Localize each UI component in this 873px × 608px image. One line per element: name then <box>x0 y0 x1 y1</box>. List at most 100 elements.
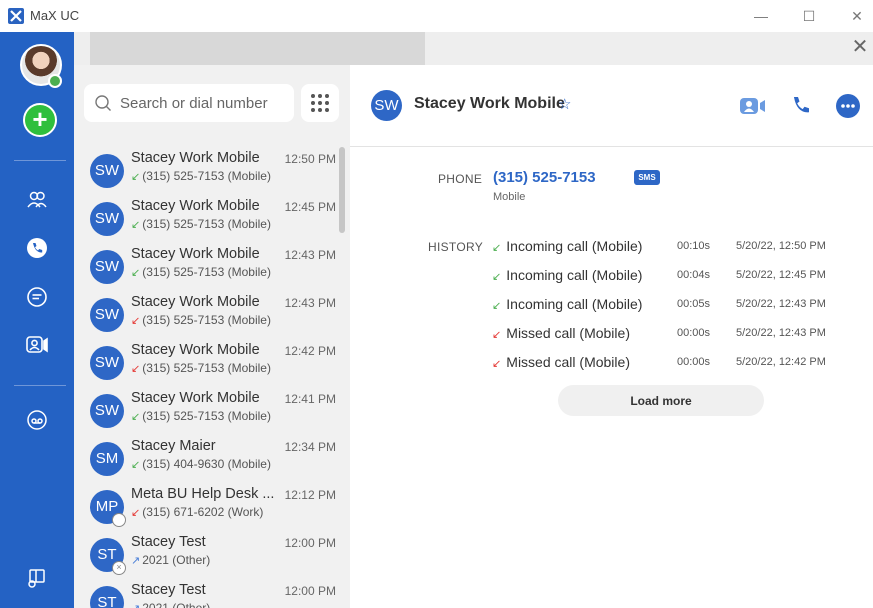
contact-avatar: SW <box>90 154 124 188</box>
call-number: (315) 525-7153 (Mobile) <box>142 217 271 231</box>
contact-avatar: SW <box>90 346 124 380</box>
history-call-label: ↙ Incoming call (Mobile) <box>492 296 642 312</box>
search-icon <box>95 95 111 111</box>
call-number: (315) 404-9630 (Mobile) <box>142 457 271 471</box>
incoming-call-icon: ↙ <box>131 219 141 231</box>
detail-header: SW Stacey Work Mobile ☆ <box>350 65 873 147</box>
missed-call-icon: ↙ <box>131 315 141 327</box>
list-scrollbar[interactable] <box>339 147 345 233</box>
missed-call-icon: ↙ <box>131 507 141 519</box>
call-list-item[interactable]: SM Stacey Maier 12:34 PM ↙ (315) 404-9630 (M… <box>74 437 336 485</box>
chat-icon[interactable] <box>24 284 50 310</box>
voicemail-icon[interactable] <box>24 407 50 433</box>
history-duration: 00:00s <box>677 327 711 339</box>
history-call-label: ↙ Incoming call (Mobile) <box>492 267 642 283</box>
more-icon <box>836 94 860 118</box>
history-label: HISTORY <box>428 240 484 254</box>
contact-name: Stacey Work Mobile <box>414 95 565 112</box>
app-window: MaX UC — ☐ ✕ + ✕ Search or dial number S… <box>0 0 873 608</box>
call-list-item[interactable]: SW Stacey Work Mobile 12:41 PM ↙ (315) 525-7… <box>74 389 336 437</box>
call-list-item[interactable]: MP Meta BU Help Desk ... 12:12 PM ↙ (315) 67… <box>74 485 336 533</box>
incoming-call-icon: ↙ <box>131 459 141 471</box>
contact-avatar: SW <box>90 202 124 236</box>
history-row: ↙ Incoming call (Mobile) 00:10s 5/20/22, 1… <box>492 234 852 258</box>
call-number: (315) 525-7153 (Mobile) <box>142 265 271 279</box>
call-time: 12:42 PM <box>284 344 336 358</box>
collapse-icon[interactable] <box>24 564 50 590</box>
call-detail: ↙ (315) 525-7153 (Mobile) <box>131 217 271 231</box>
title-bar: MaX UC — ☐ ✕ <box>0 0 873 32</box>
meetings-icon[interactable] <box>24 332 50 358</box>
contact-avatar: ST <box>90 586 124 608</box>
history-date: 5/20/22, 12:50 PM <box>736 240 826 252</box>
search-box[interactable] <box>84 84 294 122</box>
presence-available-icon <box>48 74 62 88</box>
history-duration: 00:04s <box>677 269 711 281</box>
contacts-icon[interactable] <box>24 187 50 213</box>
call-list-item[interactable]: SW Stacey Work Mobile 12:42 PM ↙ (315) 525-7… <box>74 341 336 389</box>
history-duration: 00:10s <box>677 240 711 252</box>
call-list-item[interactable]: ST Stacey Test 12:00 PM ↗2021 (Other) <box>74 581 336 608</box>
missed-call-icon: ↙ <box>492 358 505 370</box>
contact-avatar: SW <box>90 394 124 428</box>
call-time: 12:00 PM <box>284 584 336 598</box>
video-call-button[interactable] <box>738 92 768 120</box>
call-time: 12:43 PM <box>284 296 336 310</box>
contact-name: Stacey Maier <box>131 438 216 454</box>
minimize-button[interactable]: — <box>738 4 784 28</box>
rail-divider <box>14 160 66 161</box>
call-detail: ↙ (315) 525-7153 (Mobile) <box>131 409 271 423</box>
phone-label: PHONE <box>438 172 483 186</box>
close-bar-icon[interactable]: ✕ <box>850 37 870 57</box>
phone-type: Mobile <box>493 191 526 203</box>
call-time: 12:12 PM <box>284 488 336 502</box>
call-list-item[interactable]: SW Stacey Work Mobile 12:50 PM ↙ (315) 525-7… <box>74 149 336 197</box>
call-detail: ↙ (315) 671-6202 (Work) <box>131 505 263 519</box>
missed-call-icon: ↙ <box>131 363 141 375</box>
more-options-button[interactable] <box>833 92 863 120</box>
outgoing-call-icon: ↗ <box>131 555 141 567</box>
history-date: 5/20/22, 12:45 PM <box>736 269 826 281</box>
app-logo-icon <box>8 8 24 24</box>
contact-name: Stacey Work Mobile <box>131 342 260 358</box>
app-title: MaX UC <box>30 8 80 23</box>
call-number: (315) 671-6202 (Work) <box>142 505 264 519</box>
contact-name: Stacey Work Mobile <box>131 390 260 406</box>
call-detail: ↙ (315) 525-7153 (Mobile) <box>131 361 271 375</box>
history-date: 5/20/22, 12:42 PM <box>736 356 826 368</box>
call-list-item[interactable]: ST Stacey Test 12:00 PM ↗ 2021 (Other) × <box>74 533 336 581</box>
search-input[interactable] <box>120 84 290 122</box>
phone-number-link[interactable]: (315) 525-7153 <box>493 169 596 186</box>
load-more-button[interactable]: Load more <box>558 385 764 416</box>
call-list-item[interactable]: SW Stacey Work Mobile 12:45 PM ↙ (315) 525-7… <box>74 197 336 245</box>
phone-icon[interactable] <box>24 235 50 261</box>
history-call-type: Incoming call (Mobile) <box>506 267 643 283</box>
call-list-item[interactable]: SW Stacey Work Mobile 12:43 PM ↙ (315) 525-7… <box>74 293 336 341</box>
call-list-item[interactable]: SW Stacey Work Mobile 12:43 PM ↙ (315) 525-7… <box>74 245 336 293</box>
contact-name: Stacey Work Mobile <box>131 246 260 262</box>
add-button[interactable]: + <box>23 103 57 137</box>
sms-button[interactable]: SMS <box>634 170 660 185</box>
history-call-label: ↙ Missed call (Mobile) <box>492 354 630 370</box>
call-button[interactable] <box>786 92 816 120</box>
incoming-call-icon: ↙ <box>492 271 505 283</box>
call-time: 12:00 PM <box>284 536 336 550</box>
maximize-button[interactable]: ☐ <box>786 4 832 28</box>
incoming-call-icon: ↙ <box>492 300 505 312</box>
call-number: (315) 525-7153 (Mobile) <box>142 169 271 183</box>
call-time: 12:45 PM <box>284 200 336 214</box>
history-call-label: ↙ Incoming call (Mobile) <box>492 238 642 254</box>
contact-name: Meta BU Help Desk ... <box>131 486 275 502</box>
call-number: (315) 525-7153 (Mobile) <box>142 313 271 327</box>
favorite-star-icon[interactable]: ☆ <box>558 95 571 113</box>
history-duration: 00:00s <box>677 356 711 368</box>
close-window-button[interactable]: ✕ <box>834 4 873 28</box>
dialpad-button[interactable] <box>301 84 339 122</box>
outgoing-call-icon: ↗ <box>131 603 140 608</box>
call-number: 2021 (Other) <box>142 553 211 567</box>
call-detail: ↗2021 (Other) <box>131 601 210 608</box>
history-date: 5/20/22, 12:43 PM <box>736 327 826 339</box>
presence-offline-icon <box>112 513 126 527</box>
incoming-call-icon: ↙ <box>492 242 505 254</box>
presence-unavailable-icon: × <box>112 561 126 575</box>
